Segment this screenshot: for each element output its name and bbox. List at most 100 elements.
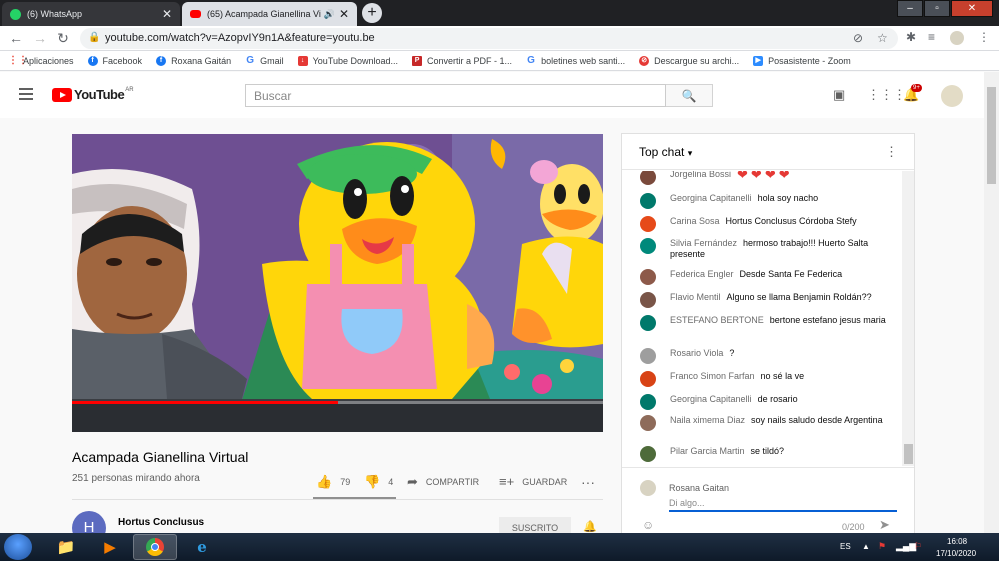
- bookmark-youtube-download[interactable]: ↓ YouTube Download...: [297, 55, 398, 66]
- menu-kebab-icon[interactable]: ⋮: [978, 30, 990, 44]
- chat-author[interactable]: Franco Simon Farfan: [670, 371, 755, 381]
- channel-bell-icon[interactable]: 🔔: [583, 520, 597, 533]
- chat-author[interactable]: ESTEFANO BERTONE: [670, 315, 764, 325]
- eye-off-icon[interactable]: ⊘: [853, 31, 863, 45]
- new-tab-button[interactable]: +: [362, 3, 382, 23]
- lock-icon[interactable]: 🔒: [88, 32, 100, 43]
- bookmark-boletines[interactable]: G boletines web santi...: [526, 55, 625, 66]
- taskbar-chrome[interactable]: [133, 534, 177, 560]
- chat-author[interactable]: Silvia Fernández: [670, 238, 737, 248]
- bookmark-aplicaciones[interactable]: ⋮⋮ Aplicaciones: [8, 54, 74, 66]
- create-video-icon[interactable]: ▣: [833, 87, 845, 103]
- chat-message-input[interactable]: Di algo...: [669, 497, 897, 512]
- hamburger-menu-icon[interactable]: [19, 88, 33, 100]
- dislike-count: 4: [388, 477, 394, 487]
- chrome-icon: [146, 538, 164, 556]
- clock-time[interactable]: 16:08: [947, 537, 967, 546]
- chat-scrollbar-thumb[interactable]: [904, 444, 913, 464]
- bookmark-facebook[interactable]: f Facebook: [87, 55, 142, 66]
- window-close-button[interactable]: ✕: [951, 0, 993, 17]
- star-icon[interactable]: ☆: [877, 31, 888, 45]
- avatar[interactable]: [640, 415, 656, 431]
- tray-security-icon[interactable]: ⚑: [878, 541, 886, 552]
- profile-avatar[interactable]: [950, 31, 964, 45]
- language-indicator[interactable]: ES: [840, 542, 851, 551]
- chat-text: hola soy nacho: [757, 193, 819, 203]
- avatar[interactable]: [640, 394, 656, 410]
- bookmark-label: Posasistente - Zoom: [768, 55, 851, 66]
- clock-date[interactable]: 17/10/2020: [936, 549, 976, 558]
- windows-start-button[interactable]: [4, 534, 32, 560]
- chat-author[interactable]: Naila ximema Diaz: [670, 415, 745, 425]
- taskbar-media-player[interactable]: ▶: [88, 534, 132, 560]
- avatar[interactable]: [640, 292, 656, 308]
- avatar[interactable]: [640, 269, 656, 285]
- reload-icon[interactable]: ↻: [55, 30, 71, 46]
- bookmark-roxana[interactable]: f Roxana Gaitán: [156, 55, 231, 66]
- dislike-button[interactable]: 👎 4: [364, 474, 393, 490]
- account-avatar[interactable]: [941, 85, 963, 107]
- send-icon[interactable]: ➤: [879, 517, 890, 533]
- avatar[interactable]: [640, 446, 656, 462]
- minimize-button[interactable]: –: [897, 0, 923, 17]
- chat-mode-dropdown[interactable]: Top chat ▾: [639, 145, 692, 159]
- url-text[interactable]: youtube.com/watch?v=AzopvIY9n1A&feature=…: [105, 32, 375, 44]
- media-queue-icon[interactable]: ≡: [928, 30, 935, 44]
- channel-name[interactable]: Hortus Conclusus: [118, 517, 204, 528]
- apps-grid-icon[interactable]: ⋮⋮⋮: [867, 87, 906, 103]
- close-icon[interactable]: ✕: [162, 7, 172, 21]
- avatar[interactable]: [640, 193, 656, 209]
- speaker-icon[interactable]: 🔊: [324, 9, 335, 20]
- chat-author[interactable]: Pilar Garcia Martin: [670, 446, 745, 456]
- video-player[interactable]: [72, 134, 603, 432]
- close-icon[interactable]: ✕: [339, 7, 349, 21]
- tab-youtube[interactable]: (65) Acampada Gianellina Vir 🔊 ✕: [182, 2, 357, 26]
- emoji-icon[interactable]: ☺: [642, 518, 654, 532]
- more-actions-button[interactable]: ···: [581, 474, 603, 490]
- back-arrow-icon[interactable]: ←: [8, 30, 24, 46]
- maximize-button[interactable]: ▫: [924, 0, 950, 17]
- taskbar-internet-explorer[interactable]: e: [180, 534, 224, 560]
- chat-message-list[interactable]: Jorgelina Bossi ❤❤❤❤ Georgina Capitanelli…: [622, 171, 902, 466]
- save-button[interactable]: ≡+ GUARDAR: [499, 474, 567, 489]
- bookmark-pdf[interactable]: P Convertir a PDF - 1...: [412, 55, 512, 66]
- avatar[interactable]: [640, 371, 656, 387]
- page-scrollbar-thumb[interactable]: [987, 87, 996, 184]
- chat-author[interactable]: Flavio Mentil: [670, 292, 721, 302]
- bookmark-gmail[interactable]: G Gmail: [245, 54, 283, 66]
- tray-flag-icon[interactable]: ⚐: [914, 541, 922, 552]
- video-progress-bar[interactable]: [72, 401, 603, 404]
- apps-grid-icon: ⋮⋮: [8, 54, 28, 66]
- taskbar-file-explorer[interactable]: 📁: [44, 534, 88, 560]
- extensions-icon[interactable]: ✱: [906, 30, 916, 44]
- list-item: ESTEFANO BERTONE bertone estefano jesus m…: [640, 315, 896, 331]
- avatar[interactable]: [640, 216, 656, 232]
- avatar[interactable]: [640, 348, 656, 364]
- share-button[interactable]: ➦ COMPARTIR: [407, 474, 479, 490]
- search-button[interactable]: 🔍: [666, 84, 713, 107]
- chat-scrollbar[interactable]: [902, 171, 914, 466]
- bookmark-zoom[interactable]: ▶ Posasistente - Zoom: [753, 55, 851, 66]
- chat-author[interactable]: Rosario Viola: [670, 348, 723, 358]
- chat-author[interactable]: Jorgelina Bossi: [670, 171, 731, 179]
- avatar[interactable]: [640, 238, 656, 254]
- avatar[interactable]: [640, 171, 656, 185]
- avatar[interactable]: [640, 315, 656, 331]
- chat-author[interactable]: Carina Sosa: [670, 216, 720, 226]
- bookmark-descargue[interactable]: ⊘ Descargue su archi...: [639, 55, 739, 66]
- tab-whatsapp[interactable]: (6) WhatsApp ✕: [2, 2, 180, 26]
- youtube-logo[interactable]: YouTube AR: [52, 87, 134, 102]
- chat-menu-kebab-icon[interactable]: ⋮: [885, 144, 898, 160]
- google-icon: G: [246, 54, 254, 66]
- chat-text: soy nails saludo desde Argentina: [751, 415, 883, 425]
- chat-author[interactable]: Georgina Capitanelli: [670, 193, 752, 203]
- address-bar[interactable]: 🔒 youtube.com/watch?v=AzopvIY9n1A&featur…: [80, 28, 898, 49]
- subscribe-button[interactable]: SUSCRITO: [499, 517, 571, 533]
- page-scrollbar[interactable]: [984, 72, 999, 533]
- search-input[interactable]: Buscar: [245, 84, 666, 107]
- tray-expand-icon[interactable]: ▲: [862, 542, 870, 551]
- chat-author[interactable]: Georgina Capitanelli: [670, 394, 752, 404]
- forward-arrow-icon[interactable]: →: [32, 30, 48, 46]
- chat-author[interactable]: Federica Engler: [670, 269, 734, 279]
- like-button[interactable]: 👍 79: [316, 474, 350, 490]
